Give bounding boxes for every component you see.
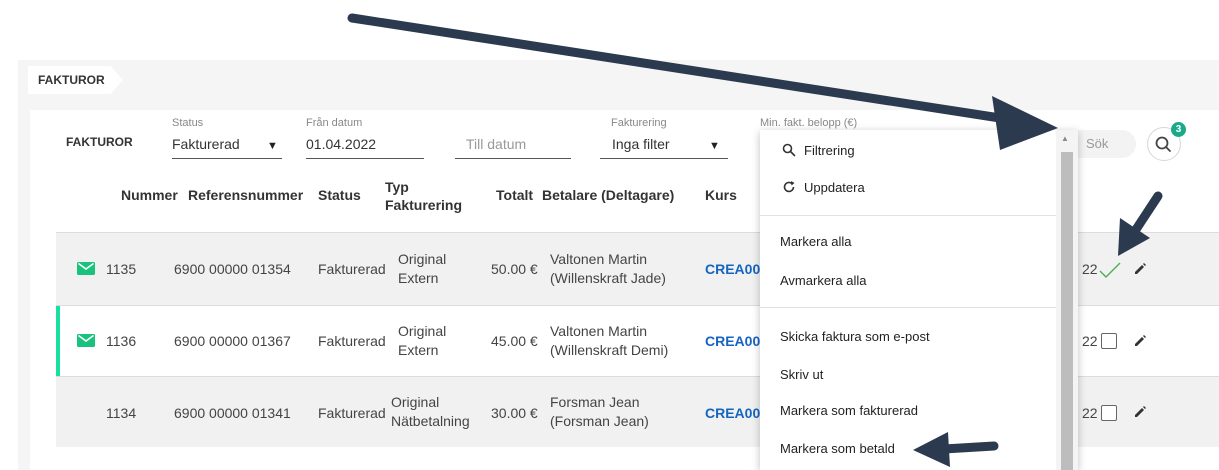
annotation-arrow-icon xyxy=(1118,191,1163,256)
annotation-arrow-icon xyxy=(347,13,1058,150)
annotation-arrows xyxy=(347,13,1163,467)
annotation-arrow-icon xyxy=(913,432,999,467)
